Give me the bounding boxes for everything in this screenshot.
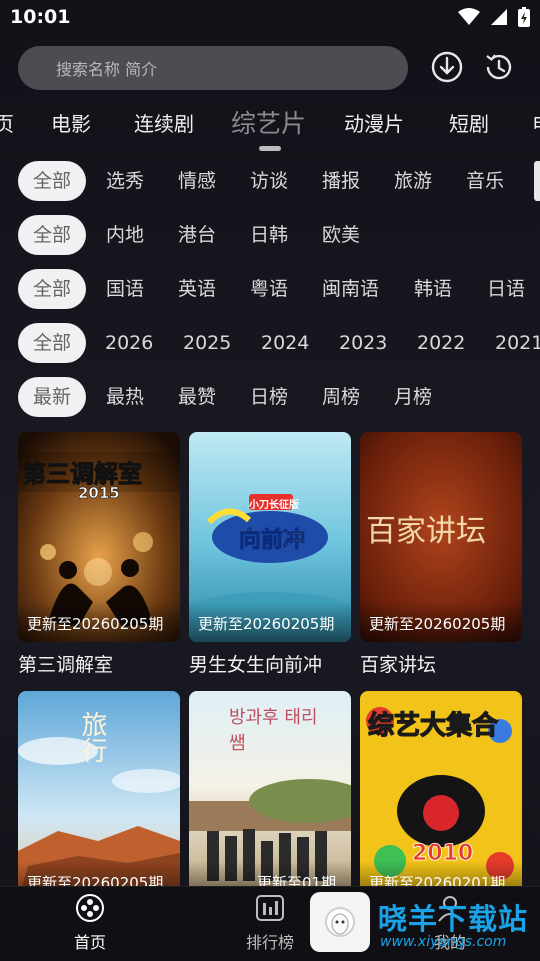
card-title: 男生女生向前冲 [189, 654, 323, 676]
filter-year-all[interactable]: 全部 [18, 323, 87, 363]
history-button[interactable] [482, 50, 516, 84]
filter-type-all[interactable]: 全部 [18, 161, 87, 201]
card-title: 百家讲坛 [360, 654, 437, 676]
search-row [0, 44, 540, 94]
show-card[interactable]: 小刀长征版 向前冲 更新至20260205期 男生女生向前冲 [189, 432, 351, 677]
show-card[interactable]: 百家讲坛 更新至20260205期 百家讲坛 [360, 432, 522, 677]
filter-region-chip[interactable]: 内地 [91, 215, 159, 255]
watermark-title: 晓羊下载站 [378, 902, 529, 936]
filter-year-chip[interactable]: 2022 [402, 323, 480, 363]
filter-type-chip[interactable]: 播报 [307, 161, 375, 201]
filter-row-year: 全部 2026 2025 2024 2023 2022 2021 [0, 323, 540, 365]
nav-label: 首页 [73, 933, 106, 952]
show-card[interactable]: 방과후 태리쌤 更新至01期 [189, 691, 351, 901]
card-title: 第三调解室 [18, 654, 114, 676]
poster: 小刀长征版 向前冲 更新至20260205期 [189, 432, 351, 642]
poster: 综艺大集合 2010 更新至20260201期 [360, 691, 522, 901]
filter-region-chip[interactable]: 欧美 [307, 215, 375, 255]
tab-partial-left[interactable]: 页 [0, 108, 14, 137]
sort-chip[interactable]: 月榜 [379, 377, 447, 417]
watermark-url: www.xiyangs.com [380, 934, 507, 950]
filter-region-chip[interactable]: 港台 [163, 215, 231, 255]
tab-anime[interactable]: 动漫片 [344, 108, 404, 137]
signal-icon [491, 9, 507, 25]
sort-chip[interactable]: 日榜 [235, 377, 303, 417]
filter-row-language: 全部 国语 英语 粤语 闽南语 韩语 日语 [0, 269, 540, 311]
filter-type-chip[interactable]: 访谈 [235, 161, 303, 201]
filter-language-chip[interactable]: 日语 [472, 269, 540, 309]
nav-home[interactable]: 首页 [45, 893, 135, 953]
tab-partial-right[interactable]: 电 [532, 108, 540, 137]
update-badge: 更新至20260205期 [189, 602, 351, 642]
filter-language-chip[interactable]: 英语 [163, 269, 231, 309]
tab-movies[interactable]: 电影 [51, 108, 91, 137]
filter-language-chip[interactable]: 闽南语 [307, 269, 394, 309]
filter-language-chip[interactable]: 粤语 [235, 269, 303, 309]
tab-variety[interactable]: 综艺片 [231, 104, 306, 140]
history-icon [486, 54, 512, 80]
sort-chip[interactable]: 最赞 [163, 377, 231, 417]
filter-language-all[interactable]: 全部 [18, 269, 87, 309]
show-card[interactable]: 综艺大集合 2010 更新至20260201期 [360, 691, 522, 901]
filter-type-chip[interactable]: 音乐 [451, 161, 519, 201]
poster-title: 百家讲坛 [366, 514, 486, 549]
tab-indicator [259, 146, 281, 151]
status-bar: 10:01 [0, 0, 540, 36]
nav-label: 排行榜 [245, 933, 294, 952]
search-box[interactable] [18, 46, 408, 92]
filter-row-type: 全部 选秀 情感 访谈 播报 旅游 音乐 [0, 161, 540, 203]
filter-year-chip[interactable]: 2026 [90, 323, 168, 363]
filter-type-chip[interactable]: 旅游 [379, 161, 447, 201]
sheep-icon [325, 907, 355, 937]
update-badge: 更新至20260205期 [360, 602, 522, 642]
poster-subtitle: 小刀长征版 [249, 500, 299, 511]
filter-type-chip[interactable]: 情感 [163, 161, 231, 201]
poster-subtitle: 2015 [78, 484, 120, 503]
wifi-icon [458, 8, 480, 25]
tab-series[interactable]: 连续剧 [134, 108, 194, 137]
nav-ranking[interactable]: 排行榜 [225, 893, 315, 953]
poster-title: 旅行 [77, 711, 107, 763]
filter-language-chip[interactable]: 国语 [91, 269, 159, 309]
download-icon [431, 51, 463, 83]
category-tabs: 页 电影 连续剧 综艺片 动漫片 短剧 电 [0, 100, 540, 154]
filter-year-chip[interactable]: 2025 [168, 323, 246, 363]
tab-short-drama[interactable]: 短剧 [449, 108, 489, 137]
poster-title: 综艺大集合 [367, 710, 499, 741]
update-badge: 更新至20260205期 [18, 602, 180, 642]
show-card[interactable]: 旅行 更新至20260205期 [18, 691, 180, 901]
search-input[interactable] [54, 46, 398, 92]
filter-type-chip[interactable]: 选秀 [91, 161, 159, 201]
filter-language-chip[interactable]: 韩语 [399, 269, 467, 309]
sort-chip[interactable]: 最热 [91, 377, 159, 417]
poster-title: 向前冲 [239, 528, 306, 554]
download-button[interactable] [430, 50, 464, 84]
status-time: 10:01 [10, 6, 71, 28]
watermark-logo [310, 892, 370, 952]
poster: 百家讲坛 更新至20260205期 [360, 432, 522, 642]
filter-year-chip[interactable]: 2021 [480, 323, 540, 363]
battery-icon [518, 7, 530, 27]
filter-region-chip[interactable]: 日韩 [235, 215, 303, 255]
update-text: 更新至20260205期 [27, 615, 164, 633]
filter-year-chip[interactable]: 2024 [246, 323, 324, 363]
filter-row-sort: 最新 最热 最赞 日榜 周榜 月榜 [0, 377, 540, 419]
poster: 旅行 更新至20260205期 [18, 691, 180, 901]
show-card[interactable]: 第三调解室 2015 更新至20260205期 第三调解室 [18, 432, 180, 677]
poster: 방과후 태리쌤 更新至01期 [189, 691, 351, 901]
sort-chip[interactable]: 周榜 [307, 377, 375, 417]
update-text: 更新至20260205期 [369, 615, 506, 633]
filter-region-all[interactable]: 全部 [18, 215, 87, 255]
update-text: 更新至20260205期 [198, 615, 335, 633]
sort-latest[interactable]: 最新 [18, 377, 87, 417]
gamepad-icon [76, 894, 104, 922]
poster-title: 방과후 태리쌤 [229, 707, 318, 754]
poster: 第三调解室 2015 更新至20260205期 [18, 432, 180, 642]
status-icons [458, 7, 530, 27]
watermark: 晓羊下载站 www.xiyangs.com [310, 890, 540, 954]
chart-icon [256, 895, 284, 921]
scroll-edge [534, 161, 540, 201]
filter-row-region: 全部 内地 港台 日韩 欧美 [0, 215, 540, 257]
filter-year-chip[interactable]: 2023 [324, 323, 402, 363]
